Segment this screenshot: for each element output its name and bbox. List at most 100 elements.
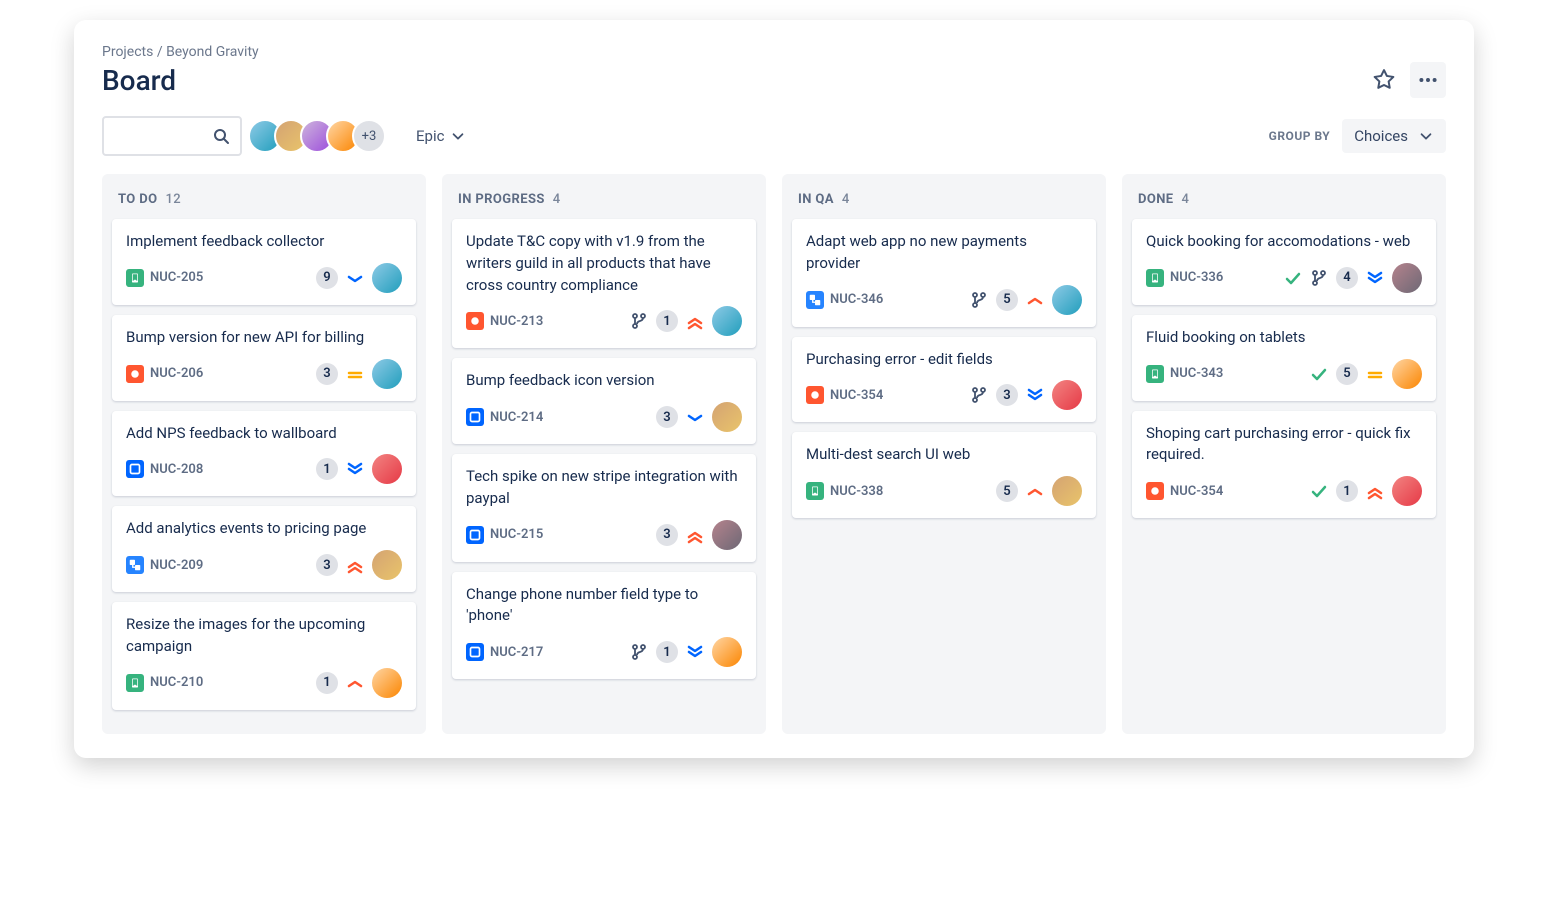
issue-type-icon <box>126 365 144 383</box>
column-count: 4 <box>553 192 561 207</box>
issue-type-icon <box>1146 482 1164 500</box>
issue-id: NUC-209 <box>150 558 203 573</box>
issue-id: NUC-205 <box>150 270 203 285</box>
breadcrumb-projects[interactable]: Projects <box>102 44 153 60</box>
search-input[interactable] <box>102 116 242 156</box>
assignee-avatar[interactable] <box>712 637 742 667</box>
column-count: 4 <box>1182 192 1190 207</box>
issue-card[interactable]: Shoping cart purchasing error - quick fi… <box>1132 411 1436 519</box>
card-title: Add NPS feedback to wallboard <box>126 423 402 445</box>
issue-card[interactable]: Quick booking for accomodations - webNUC… <box>1132 219 1436 305</box>
column-count: 12 <box>165 192 181 207</box>
issue-id: NUC-346 <box>830 292 883 307</box>
issue-type-icon <box>126 460 144 478</box>
issue-id: NUC-208 <box>150 462 203 477</box>
done-check-icon <box>1310 482 1328 500</box>
estimate-badge: 1 <box>656 310 678 332</box>
issue-card[interactable]: Fluid booking on tablets NUC-343 5 <box>1132 315 1436 401</box>
more-actions-button[interactable] <box>1410 62 1446 98</box>
column-header[interactable]: IN QA4 <box>792 184 1096 219</box>
assignee-avatar[interactable] <box>712 520 742 550</box>
issue-card[interactable]: Add analytics events to pricing pageNUC-… <box>112 506 416 592</box>
issue-type-icon <box>126 674 144 692</box>
issue-type-icon <box>466 526 484 544</box>
epic-filter-label: Epic <box>416 127 444 145</box>
branch-icon <box>970 386 988 404</box>
priority-icon <box>346 460 364 478</box>
chevron-down-icon <box>1418 128 1434 144</box>
issue-type-icon <box>1146 269 1164 287</box>
column-header[interactable]: TO DO12 <box>112 184 416 219</box>
issue-id: NUC-343 <box>1170 366 1223 381</box>
card-title: Update T&C copy with v1.9 from the write… <box>466 231 742 296</box>
issue-card[interactable]: Implement feedback collectorNUC-2059 <box>112 219 416 305</box>
issue-card[interactable]: Tech spike on new stripe integration wit… <box>452 454 756 562</box>
board-column: IN QA4Adapt web app no new payments prov… <box>782 174 1106 734</box>
assignee-avatar[interactable] <box>712 402 742 432</box>
issue-type-icon <box>1146 365 1164 383</box>
assignee-avatar[interactable] <box>1052 285 1082 315</box>
issue-card[interactable]: Purchasing error - edit fieldsNUC-3543 <box>792 337 1096 423</box>
assignee-avatar[interactable] <box>1392 359 1422 389</box>
issue-type-icon <box>806 482 824 500</box>
card-title: Change phone number field type to 'phone… <box>466 584 742 628</box>
done-check-icon <box>1310 365 1328 383</box>
assignee-avatar[interactable] <box>1052 476 1082 506</box>
breadcrumb-project-name[interactable]: Beyond Gravity <box>166 44 259 60</box>
priority-icon <box>1026 386 1044 404</box>
issue-card[interactable]: Multi-dest search UI webNUC-3385 <box>792 432 1096 518</box>
issue-type-icon <box>466 408 484 426</box>
estimate-badge: 5 <box>996 480 1018 502</box>
estimate-badge: 5 <box>1336 363 1358 385</box>
card-title: Fluid booking on tablets <box>1146 327 1422 349</box>
assignee-avatar[interactable] <box>1052 380 1082 410</box>
issue-card[interactable]: Bump feedback icon versionNUC-2143 <box>452 358 756 444</box>
priority-icon <box>1366 365 1384 383</box>
issue-card[interactable]: Resize the images for the upcoming campa… <box>112 602 416 710</box>
assignee-avatar[interactable] <box>372 454 402 484</box>
issue-id: NUC-213 <box>490 314 543 329</box>
search-icon <box>212 127 230 145</box>
assignee-avatar[interactable] <box>1392 476 1422 506</box>
issue-card[interactable]: Update T&C copy with v1.9 from the write… <box>452 219 756 348</box>
issue-id: NUC-214 <box>490 410 543 425</box>
estimate-badge: 1 <box>316 672 338 694</box>
issue-id: NUC-354 <box>1170 484 1223 499</box>
assignee-avatar[interactable] <box>372 668 402 698</box>
priority-icon <box>346 674 364 692</box>
issue-card[interactable]: Adapt web app no new payments providerNU… <box>792 219 1096 327</box>
estimate-badge: 4 <box>1336 267 1358 289</box>
card-title: Bump version for new API for billing <box>126 327 402 349</box>
chevron-down-icon <box>450 128 466 144</box>
estimate-badge: 5 <box>996 289 1018 311</box>
issue-id: NUC-217 <box>490 645 543 660</box>
column-count: 4 <box>842 192 850 207</box>
issue-card[interactable]: Add NPS feedback to wallboardNUC-2081 <box>112 411 416 497</box>
groupby-value: Choices <box>1354 127 1408 145</box>
assignee-filter-avatars[interactable]: +3 <box>256 119 386 153</box>
estimate-badge: 3 <box>316 363 338 385</box>
assignee-avatar[interactable] <box>1392 263 1422 293</box>
star-button[interactable] <box>1366 62 1402 98</box>
groupby-select[interactable]: Choices <box>1342 119 1446 153</box>
assignee-avatar[interactable] <box>372 550 402 580</box>
card-title: Resize the images for the upcoming campa… <box>126 614 402 658</box>
issue-id: NUC-210 <box>150 675 203 690</box>
column-title: DONE <box>1138 192 1174 207</box>
column-header[interactable]: DONE 4 <box>1132 184 1436 219</box>
column-title: IN PROGRESS <box>458 192 545 207</box>
avatar-overflow[interactable]: +3 <box>352 119 386 153</box>
assignee-avatar[interactable] <box>712 306 742 336</box>
assignee-avatar[interactable] <box>372 359 402 389</box>
column-header[interactable]: IN PROGRESS 4 <box>452 184 756 219</box>
issue-id: NUC-206 <box>150 366 203 381</box>
issue-type-icon <box>126 556 144 574</box>
issue-card[interactable]: Change phone number field type to 'phone… <box>452 572 756 680</box>
epic-filter[interactable]: Epic <box>412 121 470 151</box>
branch-icon <box>970 291 988 309</box>
assignee-avatar[interactable] <box>372 263 402 293</box>
issue-card[interactable]: Bump version for new API for billing NUC-… <box>112 315 416 401</box>
breadcrumb[interactable]: Projects / Beyond Gravity <box>102 44 1446 60</box>
estimate-badge: 3 <box>656 524 678 546</box>
board-column: DONE4Quick booking for accomodations - w… <box>1122 174 1446 734</box>
